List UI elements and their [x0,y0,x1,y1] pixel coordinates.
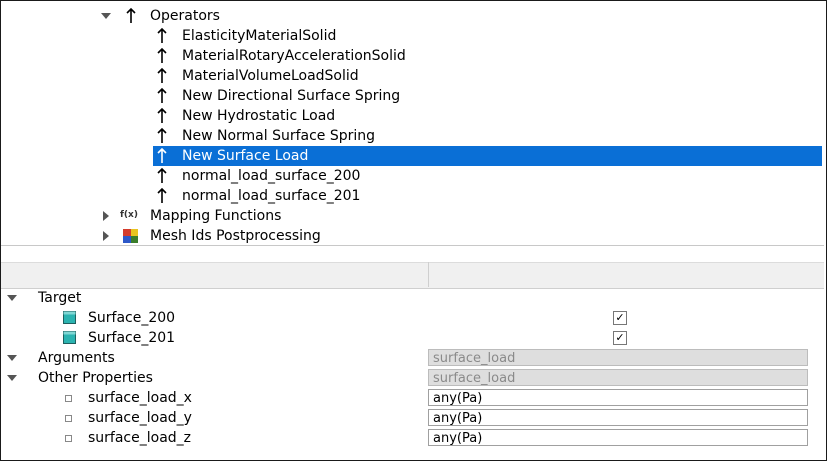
operator-icon [126,7,136,23]
tree-item-operator[interactable]: New Directional Surface Spring [0,86,825,106]
operator-icon [157,187,167,203]
operator-icon [157,87,167,103]
group-label-arguments: Arguments [38,350,115,366]
leaf-bullet-icon [65,395,72,402]
expand-arrow-icon[interactable] [7,295,17,301]
operator-icon [157,27,167,43]
property-group-target[interactable]: Target [0,288,825,308]
tree-node-mesh-ids[interactable]: Mesh Ids Postprocessing [0,226,825,246]
tree-item-label: MaterialVolumeLoadSolid [182,68,359,84]
tree-node-mapping-functions[interactable]: f(x) Mapping Functions [0,206,825,226]
target-label: Surface_200 [88,310,176,326]
property-label: surface_load_x [88,390,192,406]
tree-node-operators[interactable]: Operators [0,6,825,26]
group-label-other-properties: Other Properties [38,370,153,386]
other-properties-value: surface_load [428,369,808,386]
target-checkbox[interactable]: ✓ [613,311,627,325]
surface-load-y-input[interactable]: any(Pa) [428,409,808,426]
property-label: surface_load_y [88,410,192,426]
tree-item-operator[interactable]: MaterialVolumeLoadSolid [0,66,825,86]
tree-item-label: New Hydrostatic Load [182,108,336,124]
operator-icon [157,147,167,163]
function-icon: f(x) [120,210,138,220]
tree-item-label: normal_load_surface_200 [182,168,361,184]
tree-item-label: MaterialRotaryAccelerationSolid [182,48,406,64]
surface-cube-icon [63,331,76,344]
expand-arrow-icon[interactable] [7,375,17,381]
surface-load-z-input[interactable]: any(Pa) [428,429,808,446]
operator-icon [157,167,167,183]
tree-item-operator[interactable]: New Surface Load [153,146,822,166]
operator-icon [157,47,167,63]
tree-item-operator[interactable]: ElasticityMaterialSolid [0,26,825,46]
tree-label-mesh-ids: Mesh Ids Postprocessing [150,228,321,244]
splitter[interactable] [1,245,824,246]
tree-item-label: ElasticityMaterialSolid [182,28,337,44]
property-table-header [1,262,824,289]
tree-item-operator[interactable]: New Hydrostatic Load [0,106,825,126]
tree-item-label: New Normal Surface Spring [182,128,376,144]
tree-item-label: New Directional Surface Spring [182,88,401,104]
operator-icon [157,127,167,143]
operator-icon [157,67,167,83]
expand-arrow-icon[interactable] [7,355,17,361]
arguments-value: surface_load [428,349,808,366]
surface-load-x-input[interactable]: any(Pa) [428,389,808,406]
leaf-bullet-icon [65,415,72,422]
tree-item-label: normal_load_surface_201 [182,188,361,204]
mesh-postprocessing-icon [123,229,138,243]
operator-icon [157,107,167,123]
tree-item-operator[interactable]: normal_load_surface_200 [0,166,825,186]
tree-label-operators: Operators [150,8,220,24]
property-label: surface_load_z [88,430,192,446]
target-label: Surface_201 [88,330,176,346]
target-row[interactable]: Surface_200 ✓ [0,308,825,328]
collapse-arrow-icon[interactable] [103,211,109,221]
target-checkbox[interactable]: ✓ [613,331,627,345]
surface-cube-icon [63,311,76,324]
tree-item-operator[interactable]: New Normal Surface Spring [0,126,825,146]
group-label-target: Target [38,290,82,306]
collapse-arrow-icon[interactable] [103,231,109,241]
tree-label-mapping-functions: Mapping Functions [150,208,282,224]
tree-item-label: New Surface Load [182,148,309,164]
column-divider[interactable] [428,262,429,287]
tree-item-operator[interactable]: normal_load_surface_201 [0,186,825,206]
leaf-bullet-icon [65,435,72,442]
target-row[interactable]: Surface_201 ✓ [0,328,825,348]
tree-item-operator[interactable]: MaterialRotaryAccelerationSolid [0,46,825,66]
expand-arrow-icon[interactable] [101,13,111,19]
